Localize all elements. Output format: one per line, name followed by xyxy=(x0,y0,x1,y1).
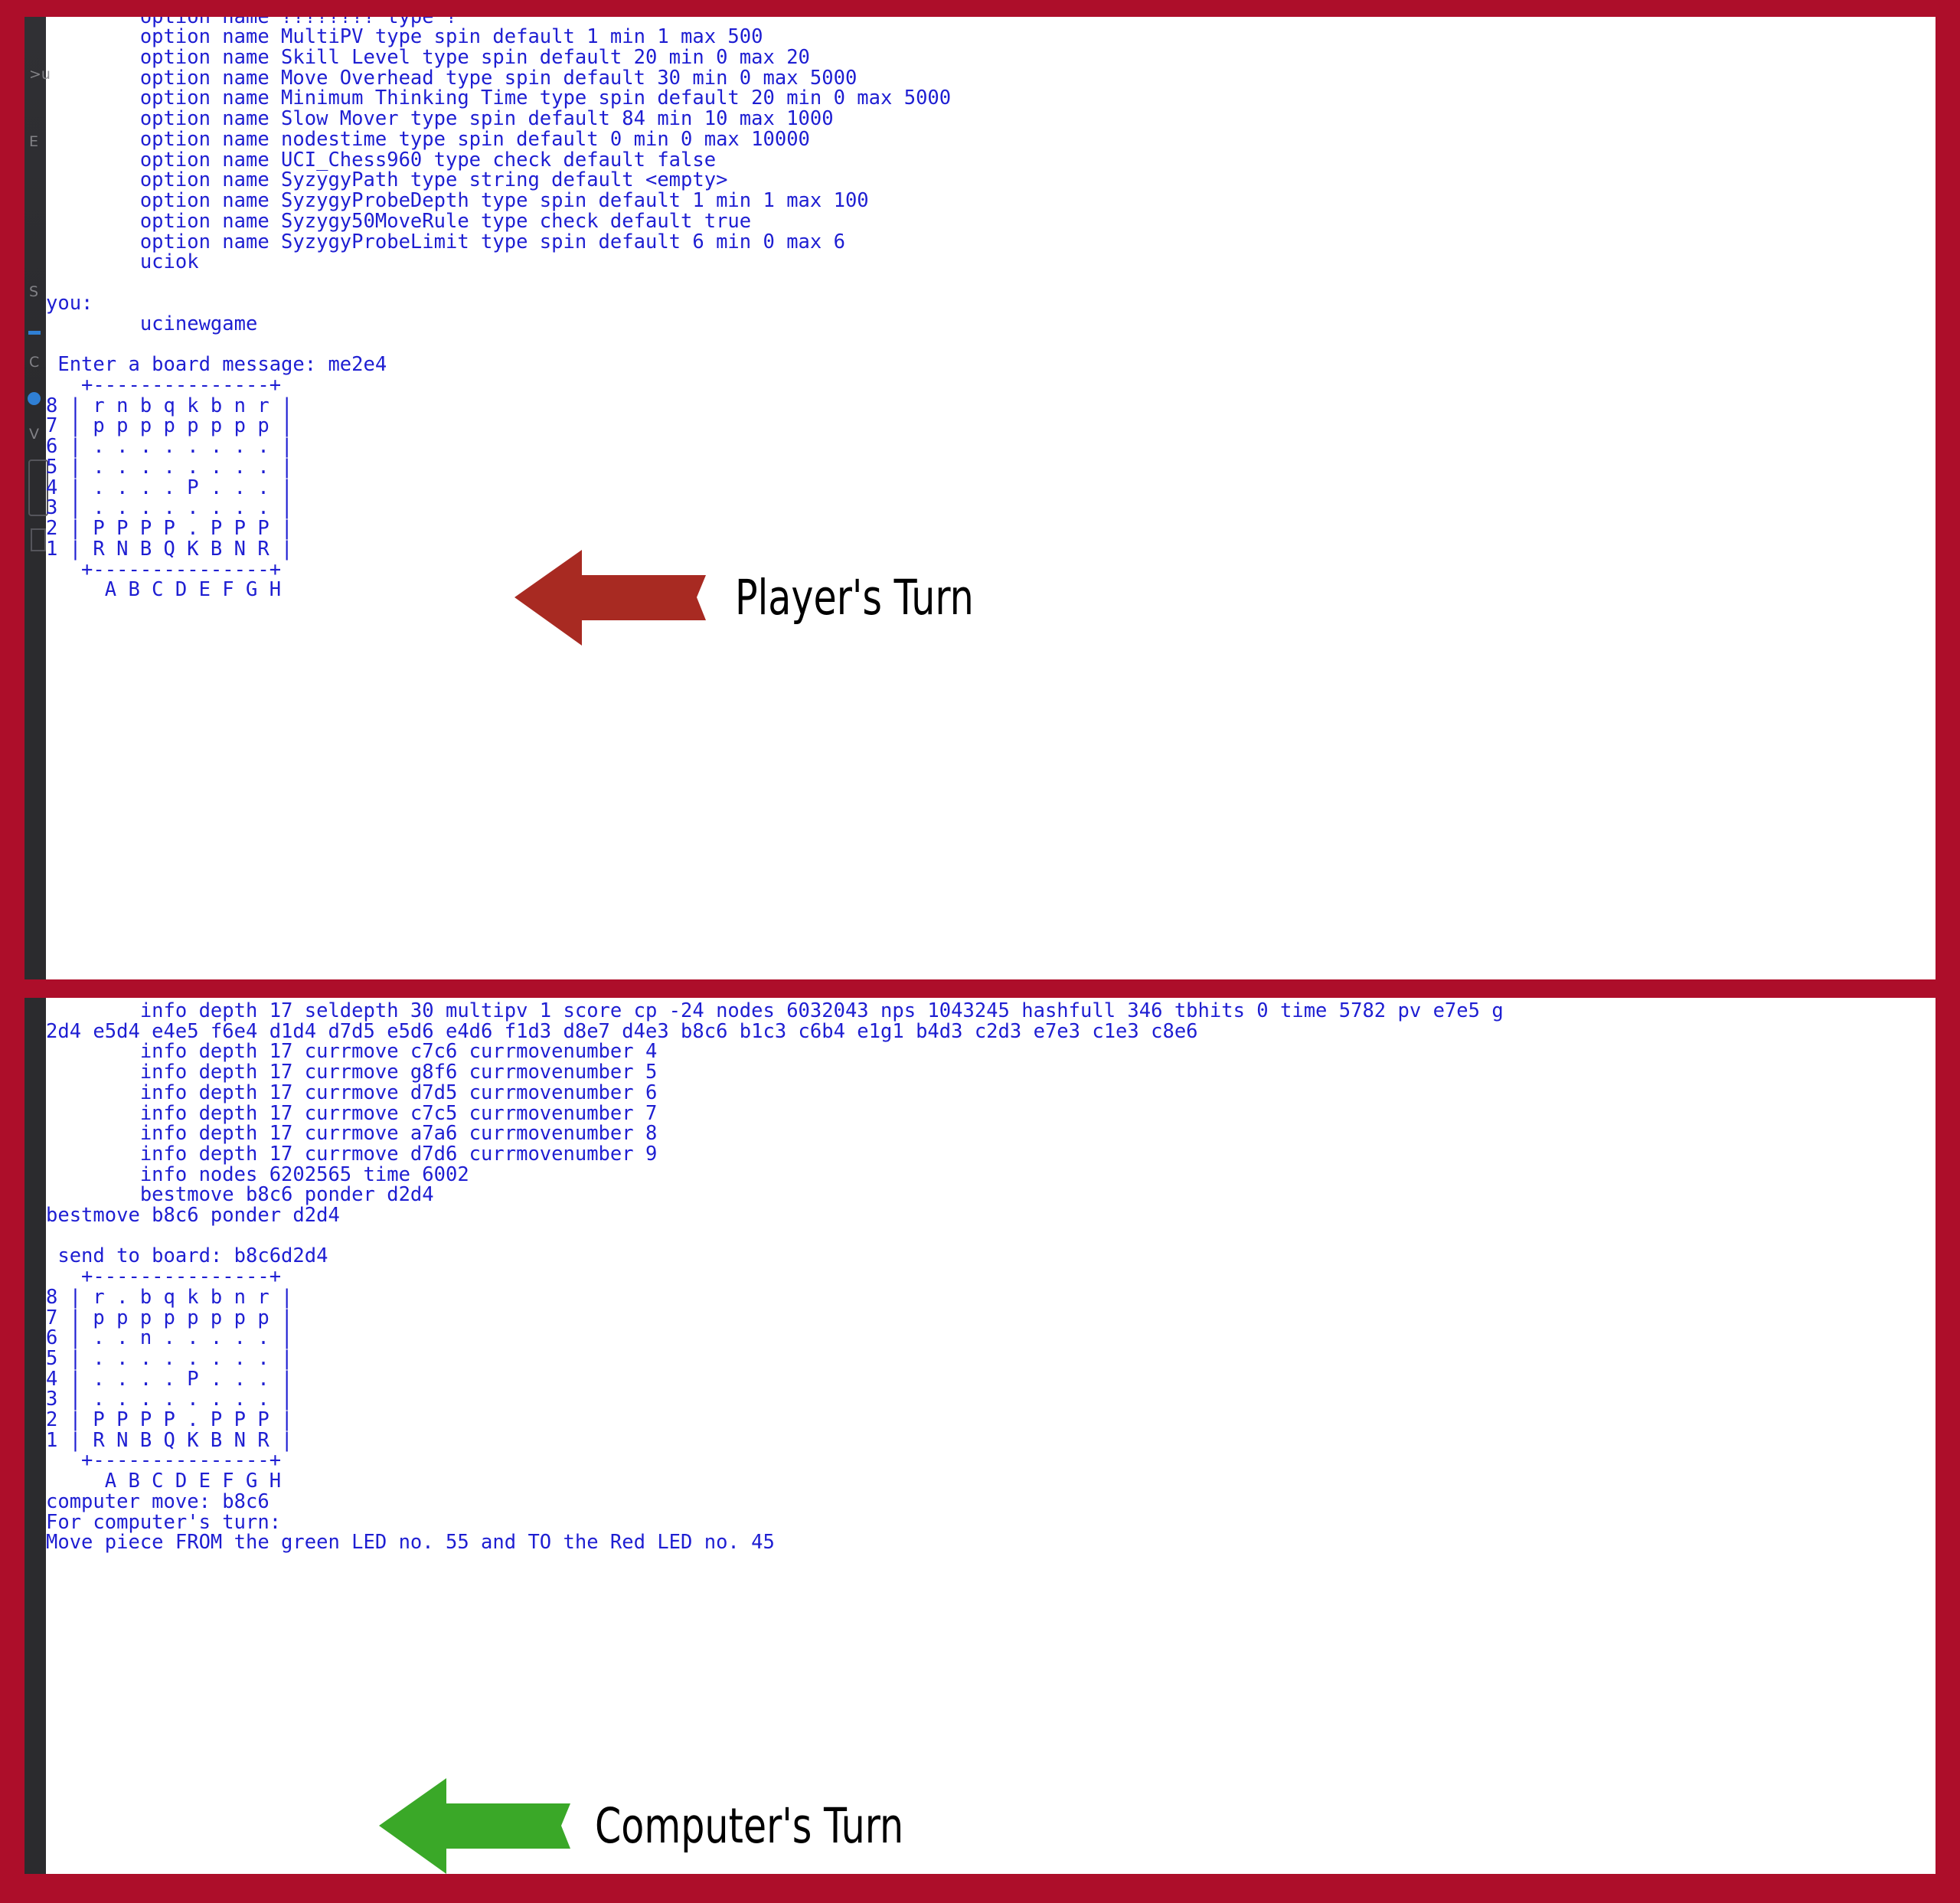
terminal-line: you: xyxy=(46,291,93,315)
terminal-line: +---------------+ xyxy=(46,373,282,397)
computer-turn-annotation: Computer's Turn xyxy=(379,1778,991,1874)
player-turn-label: Player's Turn xyxy=(735,570,974,626)
terminal-line: option name MultiPV type spin default 1 … xyxy=(46,25,763,48)
terminal-line: 3 | . . . . . . . . | xyxy=(46,1388,293,1411)
terminal-line: 7 | p p p p p p p p | xyxy=(46,1306,293,1329)
highlight-bar-icon xyxy=(28,331,41,335)
terminal-line: info depth 17 currmove g8f6 currmovenumb… xyxy=(46,1061,658,1084)
terminal-line: info depth 17 currmove d7d5 currmovenumb… xyxy=(46,1081,658,1104)
terminal-line: For computer's turn: xyxy=(46,1510,282,1534)
editor-glyph-icon[interactable]: E xyxy=(29,133,38,150)
ide-activity-bar-bottom[interactable] xyxy=(24,998,46,1874)
terminal-line: +---------------+ xyxy=(46,1265,282,1289)
terminal-line: info depth 17 seldepth 30 multipv 1 scor… xyxy=(46,999,1504,1022)
terminal-line: option name SyzygyProbeDepth type spin d… xyxy=(46,189,869,212)
terminal-line: info depth 17 currmove a7a6 currmovenumb… xyxy=(46,1122,658,1146)
status-dot-icon xyxy=(28,392,41,405)
terminal-panel-top[interactable]: >u E S C V option name ???????? type ? o… xyxy=(24,17,1936,979)
terminal-line: 7 | p p p p p p p p | xyxy=(46,414,293,438)
panel-small-icon xyxy=(31,528,46,551)
terminal-line: Move piece FROM the green LED no. 55 and… xyxy=(46,1531,775,1555)
terminal-line: A B C D E F G H xyxy=(46,1470,282,1493)
terminal-line: 4 | . . . . P . . . | xyxy=(46,1367,293,1391)
terminal-line: 2 | P P P P . P P P | xyxy=(46,517,293,540)
terminal-line: computer move: b8c6 xyxy=(46,1489,270,1513)
player-turn-annotation: Player's Turn xyxy=(514,550,1041,646)
terminal-line: option name Minimum Thinking Time type s… xyxy=(46,87,952,110)
left-arrow-red-icon xyxy=(514,550,706,646)
terminal-line: 1 | R N B Q K B N R | xyxy=(46,1428,293,1452)
terminal-line: 5 | . . . . . . . . | xyxy=(46,1346,293,1370)
terminal-line: option name Move Overhead type spin defa… xyxy=(46,66,858,90)
terminal-line: bestmove b8c6 ponder d2d4 xyxy=(46,1204,340,1228)
left-arrow-green-icon xyxy=(379,1778,570,1874)
search-glyph-icon[interactable]: S xyxy=(29,283,38,300)
terminal-line: 8 | r n b q k b n r | xyxy=(46,394,293,417)
terminal-line: uciok xyxy=(46,250,199,274)
terminal-line: option name SyzygyProbeLimit type spin d… xyxy=(46,230,845,253)
ide-activity-bar-top[interactable]: >u E S C V xyxy=(24,17,51,979)
terminal-line: 3 | . . . . . . . . | xyxy=(46,496,293,520)
terminal-line: Enter a board message: me2e4 xyxy=(46,353,387,376)
terminal-line: option name Syzygy50MoveRule type check … xyxy=(46,209,752,233)
terminal-line: 5 | . . . . . . . . | xyxy=(46,455,293,479)
terminal-line: option name UCI_Chess960 type check defa… xyxy=(46,148,717,172)
terminal-line: 2 | P P P P . P P P | xyxy=(46,1408,293,1432)
terminal-line: option name SyzygyPath type string defau… xyxy=(46,168,728,192)
terminal-line: option name Skill Level type spin defaul… xyxy=(46,45,810,69)
terminal-line: info depth 17 currmove d7d6 currmovenumb… xyxy=(46,1142,658,1166)
terminal-line: ucinewgame xyxy=(46,312,258,335)
terminal-line: send to board: b8c6d2d4 xyxy=(46,1244,328,1268)
terminal-panel-bottom[interactable]: info depth 17 seldepth 30 multipv 1 scor… xyxy=(24,998,1936,1874)
view-glyph-icon[interactable]: V xyxy=(29,426,39,443)
terminal-line: 2d4 e5d4 e4e5 f6e4 d1d4 d7d5 e5d6 e4d6 f… xyxy=(46,1019,1198,1043)
terminal-line: +---------------+ xyxy=(46,1449,282,1473)
computer-turn-label: Computer's Turn xyxy=(595,1798,904,1854)
terminal-line: option name nodestime type spin default … xyxy=(46,127,810,151)
terminal-output-bottom: info depth 17 seldepth 30 multipv 1 scor… xyxy=(46,1001,1936,1874)
terminal-line: 6 | . . . . . . . . | xyxy=(46,435,293,458)
screenshot-root: >u E S C V option name ???????? type ? o… xyxy=(0,0,1960,1903)
terminal-line: 6 | . . n . . . . . | xyxy=(46,1326,293,1350)
terminal-line: info depth 17 currmove c7c6 currmovenumb… xyxy=(46,1040,658,1064)
terminal-line: option name Slow Mover type spin default… xyxy=(46,107,834,130)
terminal-output-top: option name MultiPV type spin default 1 … xyxy=(46,27,1936,979)
console-glyph-icon[interactable]: C xyxy=(29,354,39,371)
terminal-line: 4 | . . . . P . . . | xyxy=(46,476,293,499)
terminal-line: info nodes 6202565 time 6002 xyxy=(46,1162,469,1186)
terminal-line: 8 | r . b q k b n r | xyxy=(46,1285,293,1309)
terminal-line: info depth 17 currmove c7c5 currmovenumb… xyxy=(46,1101,658,1125)
terminal-line: bestmove b8c6 ponder d2d4 xyxy=(46,1183,434,1207)
